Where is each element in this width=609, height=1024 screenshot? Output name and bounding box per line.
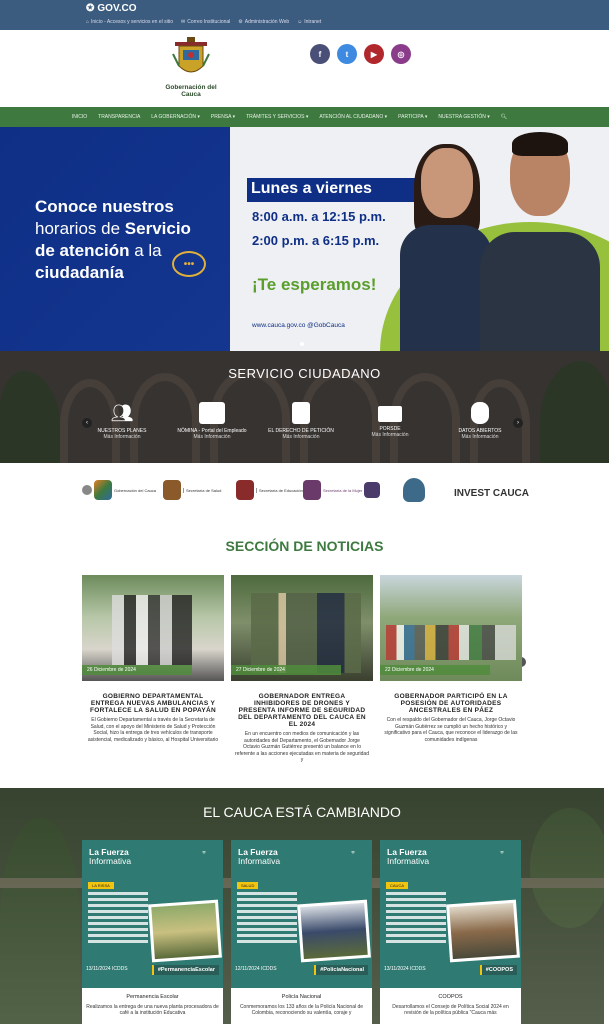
woman-shirt — [400, 225, 492, 351]
logo-mark — [82, 485, 92, 495]
partner-logo-1[interactable]: Gobernación del Cauca — [82, 478, 156, 502]
news-section-title: SECCIÓN DE NOTICIAS — [225, 538, 384, 554]
card-photo — [297, 899, 371, 963]
gov-link-home[interactable]: ⌂ Inicio - Accesos y servicios en el siti… — [86, 19, 173, 25]
card-text-lines — [386, 892, 446, 972]
service-item-porsde[interactable]: PORSDE Más Información — [345, 402, 435, 438]
book-icon — [292, 402, 310, 424]
news-photo-people — [112, 595, 192, 665]
facebook-icon[interactable]: f — [310, 44, 330, 64]
chat-bubble-icon: ••• — [172, 251, 206, 277]
logo-mark — [303, 480, 321, 500]
home-icon: ⌂ — [86, 19, 90, 25]
nav-prensa[interactable]: PRENSA ▾ — [211, 114, 235, 120]
nav-nuestra-gestion[interactable]: NUESTRA GESTIÓN ▾ — [438, 114, 489, 120]
gov-links: ⌂ Inicio - Accesos y servicios en el siti… — [86, 19, 321, 25]
partner-logo-5[interactable] — [403, 478, 427, 502]
woman-face — [421, 148, 473, 218]
gear-icon: ⚙ — [238, 19, 243, 25]
carousel-dot[interactable] — [300, 342, 304, 346]
fuerza-card[interactable]: La Fuerza Informativa ⛨ CAUCA 13/11/2024 … — [380, 840, 521, 1024]
service-item-planes[interactable]: 👥︎ NUESTROS PLANES Más Información — [77, 402, 167, 440]
logo-mark — [163, 480, 181, 500]
card-caption: Policía Nacional Conmemoramos los 133 añ… — [231, 988, 372, 1024]
briefcase-icon — [199, 402, 225, 424]
logo-mark — [236, 480, 254, 500]
news-image: 26 Diciembre de 2024 — [82, 575, 224, 681]
search-icon[interactable]: 🔍︎ — [501, 114, 507, 120]
logo-mark — [403, 478, 425, 502]
news-image: 27 Diciembre de 2024 — [231, 575, 373, 681]
youtube-icon[interactable]: ▶ — [364, 44, 384, 64]
crest-caption: Gobernación del Cauca — [165, 84, 217, 98]
fuerza-card[interactable]: La Fuerza Informativa ⛨ LA RISSA 13/11/20… — [82, 840, 223, 1024]
fuerza-heading: La Fuerza Informativa — [238, 847, 281, 866]
fuerza-heading: La Fuerza Informativa — [89, 847, 132, 866]
logo-mark — [94, 480, 112, 500]
card-text-lines — [88, 892, 148, 972]
hero-footer-handles: www.cauca.gov.co @GobCauca — [252, 322, 345, 329]
service-item-nomina[interactable]: NÓMINA - Portal del Empleado Más Informa… — [167, 402, 257, 440]
database-icon — [471, 402, 489, 424]
news-photo-people — [251, 593, 361, 673]
man-hair — [512, 132, 568, 156]
card-caption: Permanencia Escolar Realizamos la entreg… — [82, 988, 223, 1024]
hero-thanks: ¡Te esperamos! — [252, 275, 377, 294]
hero-hours-afternoon: 2:00 p.m. a 6:15 p.m. — [252, 233, 380, 248]
user-icon: ☺ — [297, 19, 303, 25]
news-card[interactable]: 22 Diciembre de 2024 GOBERNADOR PARTICIP… — [380, 575, 522, 743]
mail-icon: ✉ — [181, 19, 186, 25]
cambio-title: EL CAUCA ESTÁ CAMBIANDO — [203, 804, 401, 820]
cauca-shield-icon: ⛨ — [351, 850, 355, 855]
cauca-shield-icon: ⛨ — [202, 850, 206, 855]
instagram-icon[interactable]: ◎ — [391, 44, 411, 64]
folder-icon — [378, 406, 402, 422]
main-nav: INICIO TRANSPARENCIA LA GOBERNACIÓN ▾ PR… — [0, 107, 609, 127]
nav-inicio[interactable]: INICIO — [72, 114, 87, 120]
gobernacion-crest-logo[interactable] — [171, 36, 211, 84]
card-caption: COOPOS Desarrollamos el Consejo de Polít… — [380, 988, 521, 1024]
partner-logo-mujer[interactable]: Secretaría de la Mujer — [303, 478, 381, 502]
man-shirt — [480, 232, 600, 351]
logo-mark — [364, 482, 381, 498]
news-card[interactable]: 27 Diciembre de 2024 GOBERNADOR ENTREGA … — [231, 575, 373, 764]
card-text-lines — [237, 892, 297, 972]
nav-participa[interactable]: PARTICIPA ▾ — [398, 114, 427, 120]
fuerza-card[interactable]: La Fuerza Informativa ⛨ SALUD 12/11/2024 … — [231, 840, 372, 1024]
partner-logo-salud[interactable]: Secretaría de Salud — [163, 478, 221, 502]
service-item-datos[interactable]: DATOS ABIERTOS Más Información — [435, 402, 525, 440]
service-title: SERVICIO CIUDADANO — [228, 366, 381, 381]
hero-days-bar — [387, 178, 417, 202]
news-image: 22 Diciembre de 2024 — [380, 575, 522, 681]
news-card[interactable]: 26 Diciembre de 2024 GOBIERNO DEPARTAMEN… — [82, 575, 224, 743]
social-links: f t ▶ ◎ — [310, 44, 411, 64]
cauca-shield-icon: ⛨ — [500, 850, 504, 855]
nav-atencion[interactable]: ATENCIÓN AL CIUDADANO ▾ — [319, 114, 387, 120]
nav-tramites[interactable]: TRÁMITES Y SERVICIOS ▾ — [246, 114, 308, 120]
partner-logo-invest-cauca[interactable]: INVEST CAUCA — [454, 481, 529, 505]
hero-hours-morning: 8:00 a.m. a 12:15 p.m. — [252, 209, 386, 224]
gov-link-email[interactable]: ✉ Correo Institucional — [181, 19, 230, 25]
gov-co-icon: ✪ — [86, 2, 95, 14]
nav-la-gobernacion[interactable]: LA GOBERNACIÓN ▾ — [151, 114, 200, 120]
gov-link-admin[interactable]: ⚙ Administración Web — [238, 19, 289, 25]
fuerza-heading: La Fuerza Informativa — [387, 847, 430, 866]
news-photo-people — [386, 625, 516, 660]
nav-transparencia[interactable]: TRANSPARENCIA — [98, 114, 140, 120]
hero-days: Lunes a viernes — [247, 178, 387, 202]
gov-link-intranet[interactable]: ☺ Intranet — [297, 19, 321, 25]
service-item-peticion[interactable]: EL DERECHO DE PETICIÓN Más Información — [256, 402, 346, 440]
partner-logo-educacion[interactable]: Secretaría de Educación — [236, 478, 303, 502]
gov-co-logo[interactable]: ✪ GOV.CO — [86, 2, 136, 14]
twitter-icon[interactable]: t — [337, 44, 357, 64]
users-icon: 👥︎ — [110, 403, 134, 423]
card-photo — [446, 899, 520, 963]
card-photo — [148, 899, 222, 963]
